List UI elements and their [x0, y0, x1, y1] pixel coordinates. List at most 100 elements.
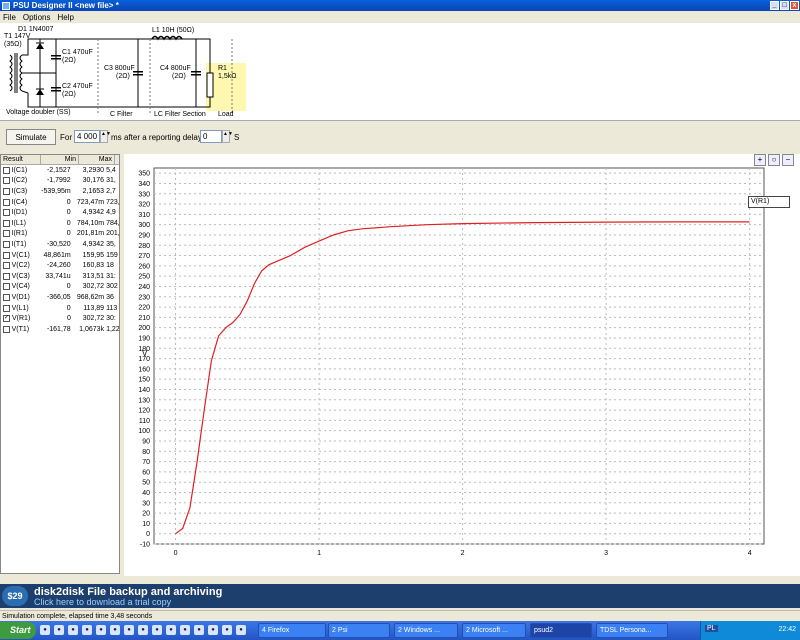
result-row[interactable]: V(C2) -24,260 160,83 18 — [1, 260, 119, 271]
task-microsoft[interactable]: 2 Microsoft ... — [462, 623, 526, 638]
quicklaunch-icon[interactable]: ● — [236, 625, 246, 635]
quicklaunch-icon[interactable]: ● — [54, 625, 64, 635]
result-checkbox[interactable] — [3, 304, 10, 312]
result-max: 2,1653 — [82, 187, 105, 195]
x-tick-label: 1 — [317, 550, 321, 557]
result-name: V(L1) — [11, 304, 29, 312]
col-min[interactable]: Min — [41, 155, 79, 164]
close-button[interactable]: x — [790, 1, 799, 10]
y-tick-label: 70 — [142, 459, 150, 466]
quicklaunch-icon[interactable]: ● — [180, 625, 190, 635]
task-psud2[interactable]: psud2 — [530, 623, 592, 638]
result-min: -30,520 — [46, 240, 71, 248]
maximize-button[interactable]: □ — [780, 1, 789, 10]
result-checkbox[interactable]: ✓ — [3, 315, 10, 323]
result-checkbox[interactable] — [3, 272, 10, 280]
task-windows[interactable]: 2 Windows ... — [394, 623, 458, 638]
menu-options[interactable]: Options — [23, 13, 51, 22]
result-extra: 723, — [106, 198, 119, 206]
quicklaunch-icon[interactable]: ● — [68, 625, 78, 635]
result-row[interactable]: ✓ V(R1) 0 302,72 30: — [1, 313, 119, 324]
result-row[interactable]: V(C4) 0 302,72 302 — [1, 282, 119, 293]
result-row[interactable]: I(C3) -539,95m 2,1653 2,7 — [1, 186, 119, 197]
menu-help[interactable]: Help — [57, 13, 73, 22]
x-tick-label: 4 — [748, 550, 752, 557]
delay-spinner[interactable]: ▲▼ — [222, 130, 233, 143]
result-checkbox[interactable] — [3, 240, 10, 248]
result-max: 113,89 — [83, 304, 105, 312]
result-row[interactable]: I(D1) 0 4,9342 4,9 — [1, 207, 119, 218]
result-name: I(C3) — [11, 187, 28, 195]
zoom-in-icon[interactable]: + — [754, 154, 766, 166]
result-row[interactable]: I(T1) -30,520 4,9342 35, — [1, 239, 119, 250]
result-name: I(D1) — [11, 209, 28, 217]
quicklaunch-icon[interactable]: ● — [110, 625, 120, 635]
result-checkbox[interactable] — [3, 262, 10, 270]
menu-file[interactable]: File — [3, 13, 16, 22]
result-checkbox[interactable] — [3, 187, 10, 195]
result-checkbox[interactable] — [3, 166, 10, 174]
col-result[interactable]: Result — [1, 155, 41, 164]
label-c1: C1 470uF — [62, 49, 93, 56]
result-row[interactable]: V(L1) 0 113,89 113 — [1, 303, 119, 314]
quicklaunch-icon[interactable]: ● — [208, 625, 218, 635]
result-checkbox[interactable] — [3, 325, 10, 333]
result-checkbox[interactable] — [3, 283, 10, 291]
result-row[interactable]: V(C1) 48,861m 159,95 159 — [1, 250, 119, 261]
zoom-fit-icon[interactable]: ○ — [768, 154, 780, 166]
quicklaunch-icon[interactable]: ● — [166, 625, 176, 635]
quicklaunch-icon[interactable]: ● — [82, 625, 92, 635]
result-checkbox[interactable] — [3, 251, 10, 259]
label-c3-res: (2Ω) — [116, 73, 130, 80]
result-row[interactable]: I(L1) 0 784,10m 784, — [1, 218, 119, 229]
task-firefox[interactable]: 4 Firefox — [258, 623, 326, 638]
y-tick-label: 240 — [138, 284, 150, 291]
task-psi[interactable]: 2 Psi — [328, 623, 390, 638]
capacitor-c4 — [191, 74, 201, 76]
col-max[interactable]: Max — [79, 155, 115, 164]
result-name: V(C3) — [11, 272, 30, 280]
result-row[interactable]: V(C3) 33,741u 313,51 31: — [1, 271, 119, 282]
ad-banner[interactable]: $29 disk2disk File backup and archiving … — [0, 584, 800, 608]
quicklaunch-icon[interactable]: ● — [40, 625, 50, 635]
zoom-out-icon[interactable]: − — [782, 154, 794, 166]
language-indicator[interactable]: PL — [705, 625, 718, 632]
delay-input[interactable]: 0 — [200, 130, 222, 143]
result-row[interactable]: I(C2) -1,7992 30,176 31, — [1, 176, 119, 187]
result-row[interactable]: I(C1) -2,1527 3,2930 5,4 — [1, 165, 119, 176]
result-row[interactable]: V(D1) -366,05 968,62m 36 — [1, 292, 119, 303]
result-checkbox[interactable] — [3, 198, 10, 206]
start-button[interactable]: Start — [0, 622, 36, 639]
result-extra: 31, — [106, 177, 116, 185]
result-row[interactable]: I(C4) 0 723,47m 723, — [1, 197, 119, 208]
result-checkbox[interactable] — [3, 293, 10, 301]
capacitor-c1 — [51, 58, 61, 60]
y-tick-label: 290 — [138, 232, 150, 239]
result-checkbox[interactable] — [3, 219, 10, 227]
result-max: 784,10m — [76, 219, 105, 227]
voltage-chart[interactable]: -100102030405060708090100110120130140150… — [124, 154, 800, 576]
result-row[interactable]: I(R1) 0 201,81m 201, — [1, 229, 119, 240]
result-extra: 1,22 — [106, 325, 119, 333]
quicklaunch-icon[interactable]: ● — [152, 625, 162, 635]
quicklaunch-icon[interactable]: ● — [222, 625, 232, 635]
result-max: 1,0673k — [79, 325, 105, 333]
task-tdsl[interactable]: TDSL Persona... — [596, 623, 668, 638]
result-row[interactable]: V(T1) -161,78 1,0673k 1,22 — [1, 324, 119, 335]
duration-spinner[interactable]: ▲▼ — [100, 130, 111, 143]
label-r1: R1 — [218, 65, 227, 72]
quicklaunch-icon[interactable]: ● — [194, 625, 204, 635]
result-checkbox[interactable] — [3, 230, 10, 238]
quicklaunch-icon[interactable]: ● — [124, 625, 134, 635]
duration-input[interactable]: 4 000 — [74, 130, 100, 143]
result-checkbox[interactable] — [3, 209, 10, 217]
quicklaunch-icon[interactable]: ● — [96, 625, 106, 635]
simulate-button[interactable]: Simulate — [6, 129, 56, 145]
ad-download-link[interactable]: Click here to download a trial copy — [34, 597, 171, 607]
chart-panel: -10 0 10 20 30 40 50 60 70 80 90 100 110 120 130 140 150… — [124, 154, 800, 576]
minimize-button[interactable]: _ — [770, 1, 779, 10]
result-min: 0 — [66, 283, 71, 291]
result-checkbox[interactable] — [3, 177, 10, 185]
result-min: 0 — [66, 219, 71, 227]
quicklaunch-icon[interactable]: ● — [138, 625, 148, 635]
